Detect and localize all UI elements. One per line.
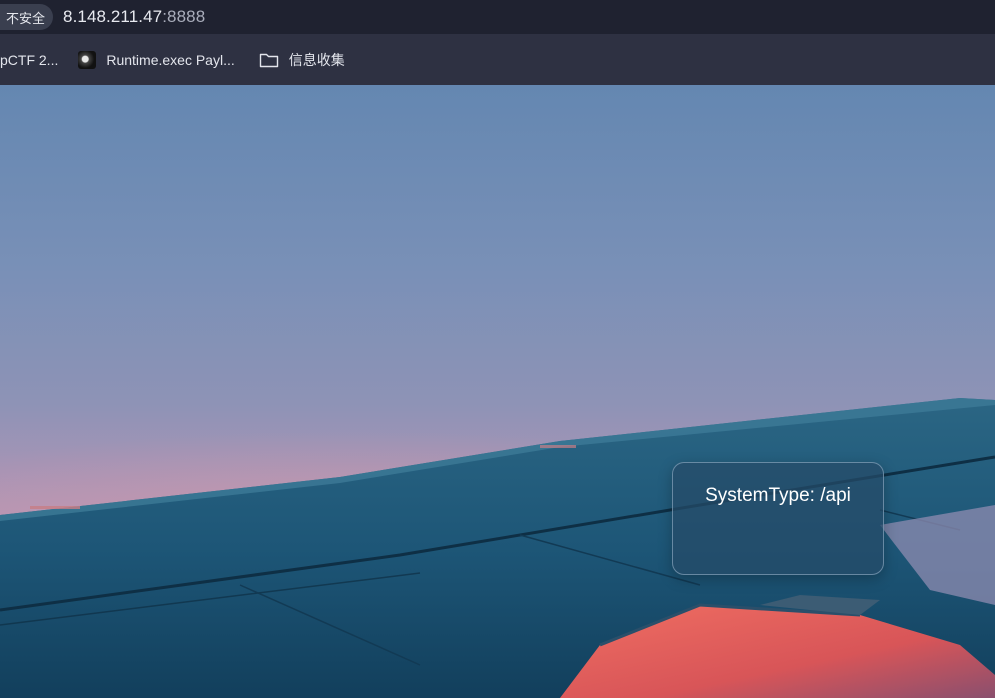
url-field[interactable]: 8.148.211.47:8888 [63, 7, 205, 27]
bookmark-label: Runtime.exec Payl... [106, 51, 235, 68]
url-host: 8.148.211.47 [63, 7, 163, 26]
bookmark-label: 信息收集 [288, 51, 345, 68]
security-label: 不安全 [6, 10, 46, 26]
bookmark-label: pCTF 2... [0, 51, 59, 68]
airplane-wing-background [0, 395, 995, 698]
url-port: :8888 [162, 7, 206, 26]
site-favicon-icon [78, 50, 97, 69]
address-bar: 不安全 8.148.211.47:8888 [0, 0, 995, 34]
bookmark-folder-info[interactable]: 信息收集 [259, 45, 353, 75]
page-viewport: SystemType: /api [0, 85, 995, 698]
bookmark-runtime-exec[interactable]: Runtime.exec Payl... [78, 45, 242, 75]
security-indicator[interactable]: 不安全 [0, 4, 54, 30]
bookmark-pctf[interactable]: pCTF 2... [0, 45, 66, 75]
folder-icon [259, 52, 279, 68]
system-type-card: SystemType: /api [672, 462, 884, 575]
system-type-text: SystemType: /api [705, 485, 851, 506]
bookmarks-bar: pCTF 2... Runtime.exec Payl... 信息收集 [0, 34, 995, 85]
